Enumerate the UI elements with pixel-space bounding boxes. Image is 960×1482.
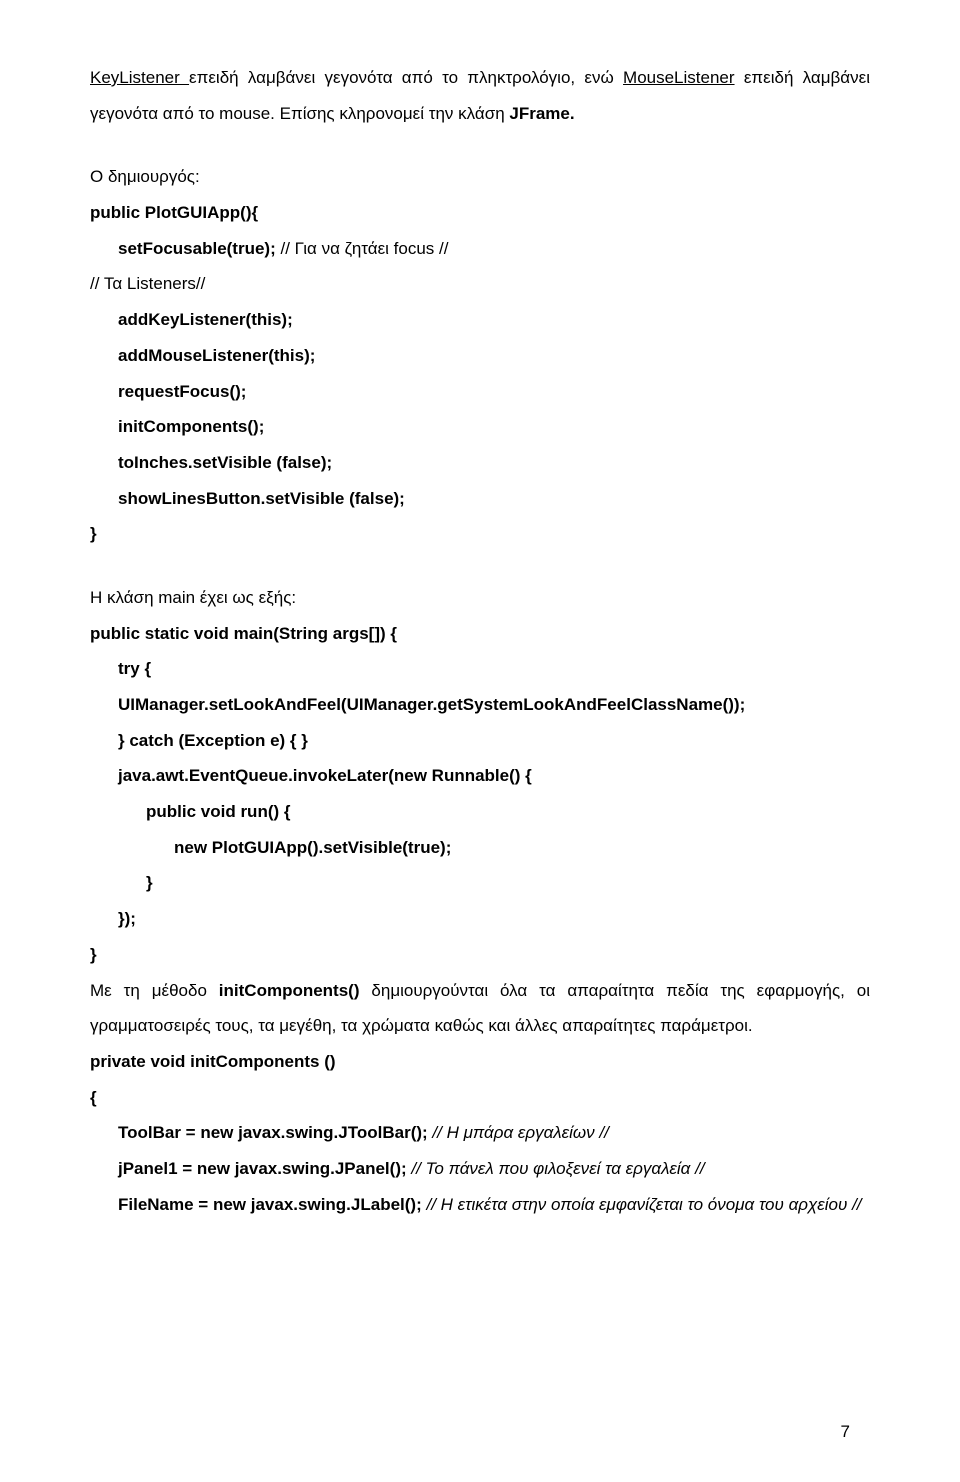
comment: // Το πάνελ που φιλοξενεί τα εργαλεία // [407,1159,705,1178]
comment: // Η ετικέτα στην οποία εμφανίζεται το ό… [422,1195,862,1214]
code-line: FileName = new javax.swing.JLabel(); // … [90,1187,870,1223]
code-line: public PlotGUIApp(){ [90,195,870,231]
code-line: public static void main(String args[]) { [90,616,870,652]
constructor-section: Ο δημιουργός: public PlotGUIApp(){ setFo… [90,159,870,552]
code-line: } catch (Exception e) { } [90,723,870,759]
code-line: new PlotGUIApp().setVisible(true); [90,830,870,866]
code-line: addMouseListener(this); [90,338,870,374]
keylistener-link: KeyListener [90,68,189,87]
intro-paragraph: KeyListener επειδή λαμβάνει γεγονότα από… [90,60,870,131]
code: jPanel1 = new javax.swing.JPanel(); [118,1159,407,1178]
constructor-intro: Ο δημιουργός: [90,159,870,195]
code-line: setFocusable(true); // Για να ζητάει foc… [90,231,870,267]
code: ToolBar = new javax.swing.JToolBar(); [118,1123,428,1142]
text: Με τη μέθοδο [90,981,219,1000]
code-line: jPanel1 = new javax.swing.JPanel(); // Τ… [90,1151,870,1187]
code-line: java.awt.EventQueue.invokeLater(new Runn… [90,758,870,794]
code-line: private void initComponents () [90,1044,870,1080]
code-line: UIManager.setLookAndFeel(UIManager.getSy… [90,687,870,723]
page: KeyListener επειδή λαμβάνει γεγονότα από… [0,0,960,1482]
code-line: requestFocus(); [90,374,870,410]
code-line: }); [90,901,870,937]
code-line: toInches.setVisible (false); [90,445,870,481]
code-line: addKeyListener(this); [90,302,870,338]
code-line: { [90,1080,870,1116]
jframe-class: JFrame. [509,104,574,123]
code-line: ToolBar = new javax.swing.JToolBar(); //… [90,1115,870,1151]
code-line: public void run() { [90,794,870,830]
comment: // Η μπάρα εργαλείων // [428,1123,609,1142]
method-name: initComponents() [219,981,360,1000]
mouselistener-link: MouseListener [623,68,735,87]
main-section: Η κλάση main έχει ως εξής: public static… [90,580,870,1222]
after-main-paragraph: Με τη μέθοδο initComponents() δημιουργού… [90,973,870,1044]
code-line: } [90,937,870,973]
text: επειδή λαμβάνει γεγονότα από το πληκτρολ… [189,68,623,87]
page-number: 7 [841,1422,850,1442]
code-line: } [90,516,870,552]
main-intro: Η κλάση main έχει ως εξής: [90,580,870,616]
comment: // Για να ζητάει focus // [276,239,449,258]
code-line: // Τα Listeners// [90,266,870,302]
code-line: } [90,865,870,901]
code: setFocusable(true); [118,239,276,258]
code: FileName = new javax.swing.JLabel(); [118,1195,422,1214]
code-line: initComponents(); [90,409,870,445]
code-line: showLinesButton.setVisible (false); [90,481,870,517]
code-line: try { [90,651,870,687]
